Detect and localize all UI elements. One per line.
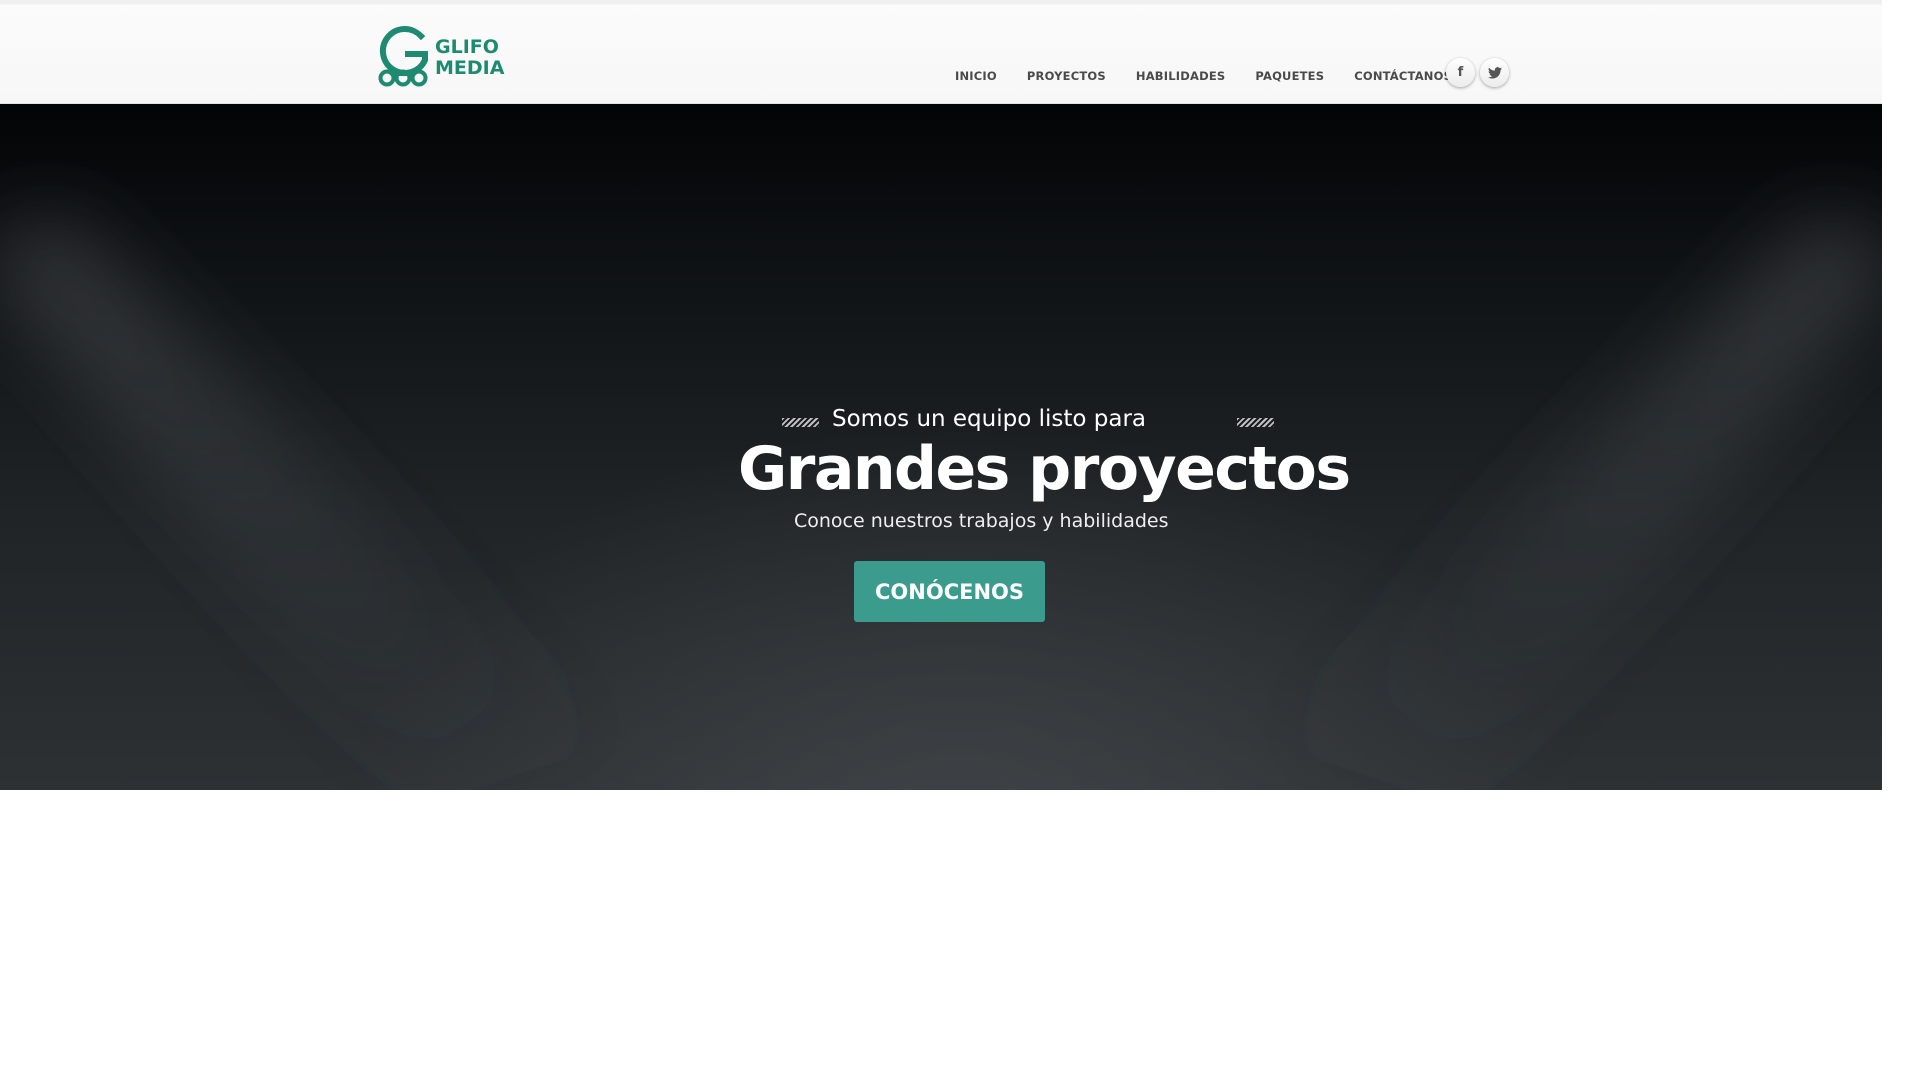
nav-item-proyectos[interactable]: PROYECTOS bbox=[1027, 69, 1106, 83]
nav-item-inicio[interactable]: INICIO bbox=[955, 69, 997, 83]
nav-item-habilidades[interactable]: HABILIDADES bbox=[1136, 69, 1226, 83]
site-header: GLIFO MEDIA INICIO PROYECTOS HABILIDADES… bbox=[0, 0, 1882, 104]
nav-item-contactanos[interactable]: CONTÁCTANOS bbox=[1354, 69, 1452, 83]
logo-line1: GLIFO bbox=[435, 36, 499, 58]
hero-section: Somos un equipo listo para Grandes proye… bbox=[0, 104, 1882, 790]
decorative-stripe-left bbox=[782, 418, 819, 427]
logo-line2: MEDIA bbox=[435, 57, 505, 79]
glifo-media-logo: GLIFO MEDIA bbox=[378, 26, 505, 87]
hero-kicker: Somos un equipo listo para bbox=[832, 406, 1147, 432]
site: GLIFO MEDIA INICIO PROYECTOS HABILIDADES… bbox=[0, 0, 1882, 790]
twitter-icon bbox=[1487, 66, 1502, 79]
hero-content: Somos un equipo listo para Grandes proye… bbox=[0, 104, 1882, 790]
decorative-stripe-right bbox=[1237, 418, 1274, 427]
social-links: f bbox=[1446, 58, 1514, 87]
hero-kicker-row: Somos un equipo listo para bbox=[782, 406, 1276, 436]
facebook-icon: f bbox=[1457, 65, 1464, 80]
hero-subline: Conoce nuestros trabajos y habilidades bbox=[794, 510, 1169, 532]
logo[interactable]: GLIFO MEDIA bbox=[378, 26, 512, 88]
page: GLIFO MEDIA INICIO PROYECTOS HABILIDADES… bbox=[0, 0, 1928, 1080]
facebook-button[interactable]: f bbox=[1446, 58, 1475, 87]
nav-item-paquetes[interactable]: PAQUETES bbox=[1255, 69, 1324, 83]
twitter-button[interactable] bbox=[1480, 58, 1509, 87]
conocenos-button[interactable]: CONÓCENOS bbox=[854, 561, 1045, 622]
main-nav: INICIO PROYECTOS HABILIDADES PAQUETES CO… bbox=[955, 66, 1452, 86]
hero-headline: Grandes proyectos bbox=[738, 434, 1351, 504]
